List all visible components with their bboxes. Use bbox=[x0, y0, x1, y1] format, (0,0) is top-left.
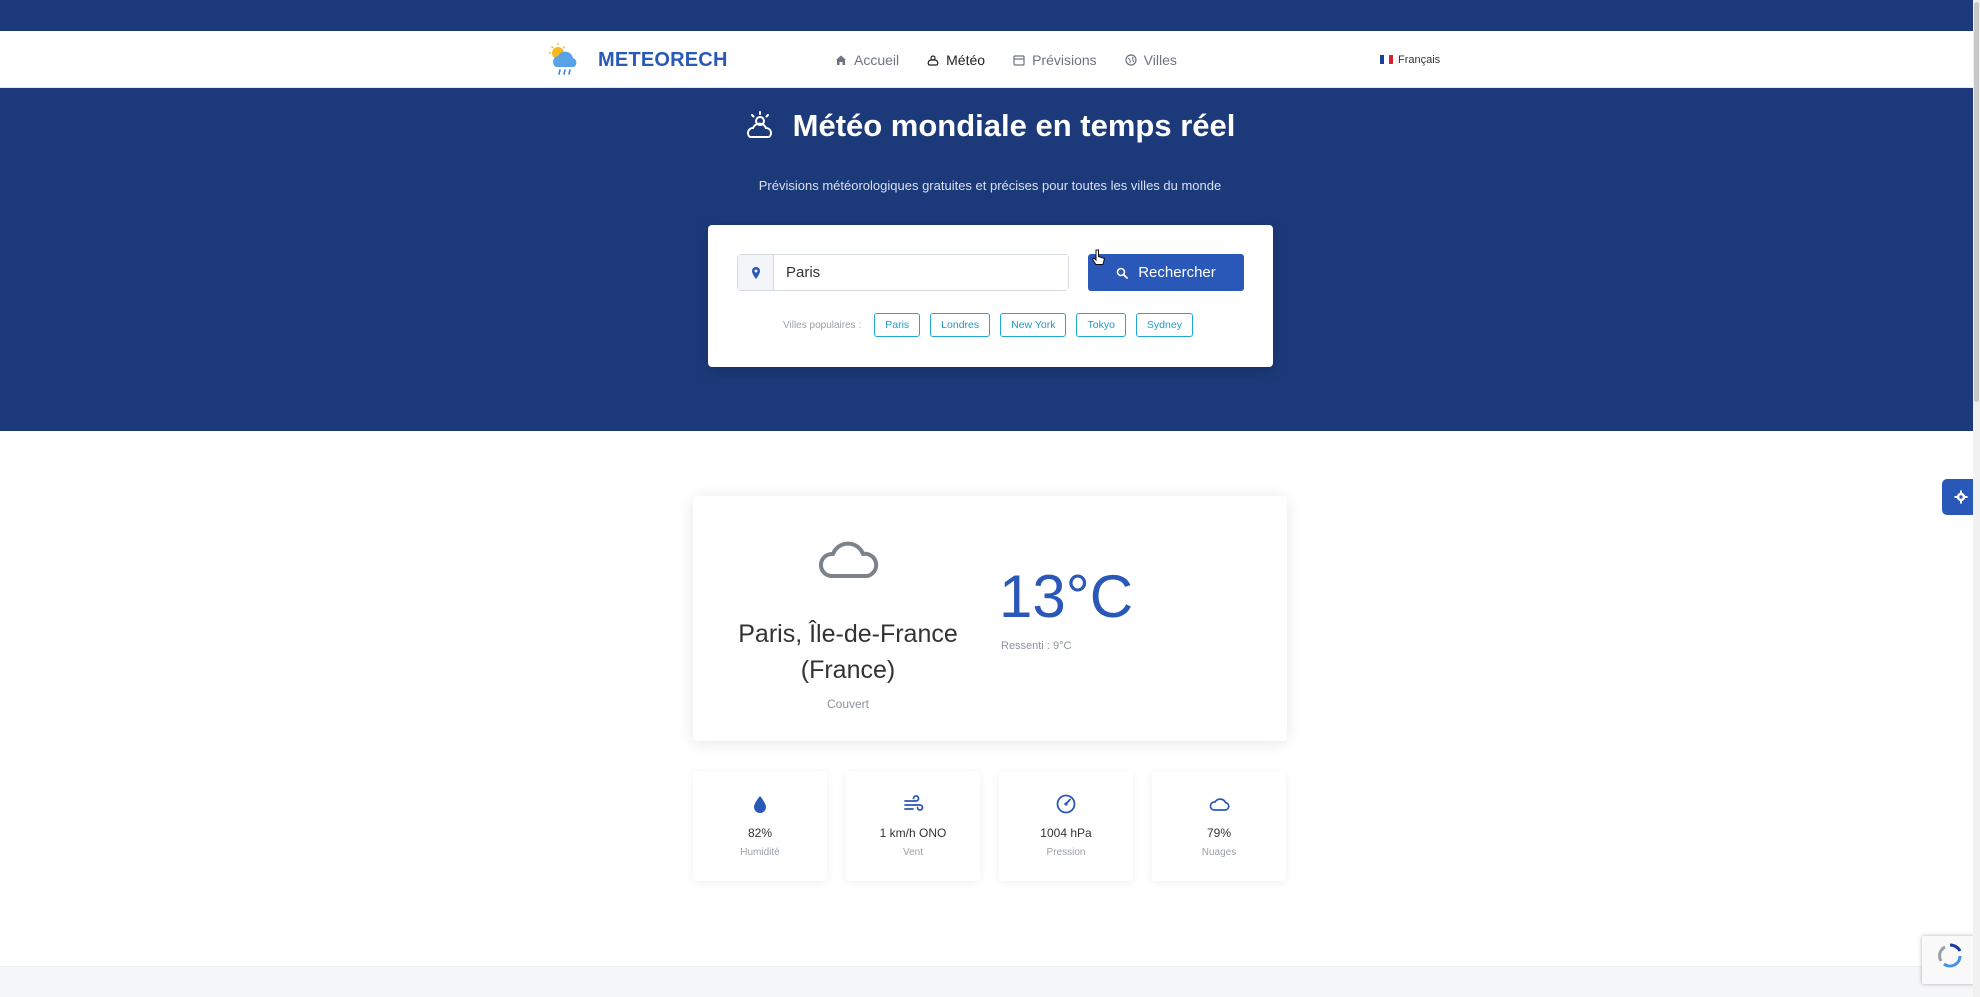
home-icon bbox=[836, 55, 846, 65]
nav-item-label: Accueil bbox=[854, 51, 900, 68]
drop-icon bbox=[754, 796, 766, 813]
stat-pressure: 1004 hPa Pression bbox=[999, 771, 1133, 881]
stat-value: 82% bbox=[747, 826, 773, 840]
search-button-label: Rechercher bbox=[1138, 264, 1216, 281]
calendar-icon bbox=[1013, 54, 1025, 66]
nav-item-previsions[interactable]: Prévisions bbox=[1013, 52, 1097, 68]
nav-item-accueil[interactable]: Accueil bbox=[835, 52, 899, 68]
stat-label: Nuages bbox=[1201, 847, 1237, 858]
search-card: Rechercher Villes populaires : Paris Lon… bbox=[708, 225, 1273, 367]
popular-cities-label: Villes populaires : bbox=[783, 319, 862, 331]
wind-icon bbox=[904, 795, 924, 811]
nav-item-villes[interactable]: Villes bbox=[1125, 52, 1177, 68]
current-temperature: 13°C bbox=[999, 563, 1134, 630]
stat-label: Vent bbox=[902, 847, 924, 858]
recaptcha-icon bbox=[1938, 943, 1962, 968]
city-chip-londres[interactable]: Londres bbox=[930, 313, 991, 337]
popular-cities: Villes populaires : Paris Londres New Yo… bbox=[708, 313, 1273, 337]
nav-item-label: Météo bbox=[946, 51, 986, 68]
top-strip bbox=[0, 0, 1980, 31]
search-icon bbox=[1116, 267, 1129, 279]
gear-icon bbox=[1954, 490, 1968, 504]
brand[interactable]: METEORECH bbox=[546, 40, 728, 80]
logo-icon bbox=[549, 43, 577, 75]
france-flag-icon bbox=[1380, 55, 1393, 64]
stat-label: Pression bbox=[1046, 847, 1086, 858]
sun-cloud-icon bbox=[746, 111, 772, 138]
city-chip-paris[interactable]: Paris bbox=[874, 313, 921, 337]
gauge-icon bbox=[1056, 794, 1076, 814]
hero-title-text: Météo mondiale en temps réel bbox=[792, 108, 1236, 143]
nav-item-label: Villes bbox=[1143, 51, 1177, 68]
weather-icon bbox=[927, 54, 939, 66]
location-pin-icon bbox=[738, 255, 774, 290]
search-group bbox=[737, 254, 1069, 291]
nav-item-label: Prévisions bbox=[1032, 51, 1097, 68]
stat-value: 1 km/h ONO bbox=[879, 826, 947, 840]
scrollbar-thumb[interactable] bbox=[1974, 2, 1979, 402]
stat-label: Humidité bbox=[740, 847, 780, 858]
stat-value: 79% bbox=[1206, 826, 1232, 840]
stat-clouds: 79% Nuages bbox=[1152, 771, 1286, 881]
navbar: METEORECH Accueil Météo Prévisions Ville… bbox=[0, 31, 1980, 88]
current-weather-card: Paris, Île-de-France (France) Couvert 13… bbox=[693, 496, 1287, 741]
cloud-icon bbox=[1209, 798, 1230, 811]
language-label: Français bbox=[1398, 53, 1441, 66]
main-nav: Accueil Météo Prévisions Villes bbox=[835, 31, 1205, 88]
city-chip-new-york[interactable]: New York bbox=[1000, 313, 1067, 337]
stat-wind: 1 km/h ONO Vent bbox=[846, 771, 980, 881]
hero-title: Météo mondiale en temps réel bbox=[0, 108, 1980, 144]
feels-like: Ressenti : 9°C bbox=[1001, 640, 1072, 652]
recaptcha-badge[interactable] bbox=[1922, 936, 1976, 984]
stat-humidity: 82% Humidité bbox=[693, 771, 827, 881]
location-name: Paris, Île-de-France (France) bbox=[738, 620, 958, 684]
weather-condition: Couvert bbox=[826, 697, 870, 711]
city-chip-sydney[interactable]: Sydney bbox=[1135, 313, 1193, 337]
language-selector[interactable]: Français bbox=[1380, 31, 1440, 88]
search-button[interactable]: Rechercher bbox=[1088, 254, 1244, 291]
nav-item-meteo[interactable]: Météo bbox=[927, 52, 985, 68]
brand-name: METEORECH bbox=[598, 48, 728, 71]
cloud-icon bbox=[818, 541, 879, 578]
mouse-cursor-icon bbox=[1092, 249, 1106, 265]
hero-section: Météo mondiale en temps réel Prévisions … bbox=[0, 88, 1980, 431]
footer-band bbox=[0, 966, 1980, 997]
city-search-input[interactable] bbox=[774, 255, 1068, 290]
globe-icon bbox=[1125, 53, 1137, 66]
hero-subtitle: Prévisions météorologiques gratuites et … bbox=[758, 178, 1222, 193]
city-chip-tokyo[interactable]: Tokyo bbox=[1076, 313, 1126, 337]
stat-value: 1004 hPa bbox=[1040, 826, 1092, 840]
